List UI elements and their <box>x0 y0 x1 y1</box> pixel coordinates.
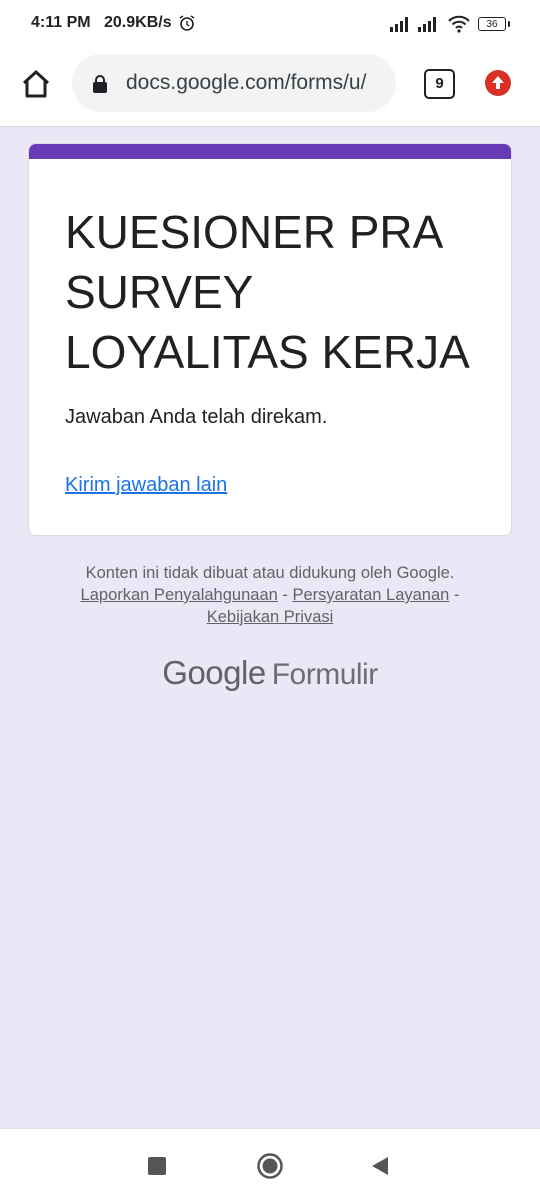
footer-disclaimer: Konten ini tidak dibuat atau didukung ol… <box>0 562 540 628</box>
address-bar[interactable]: docs.google.com/forms/u/ <box>72 54 396 112</box>
update-button[interactable] <box>484 69 512 97</box>
form-title: KUESIONER PRA SURVEY LOYALITAS KERJA <box>65 206 470 378</box>
brand-product: Formulir <box>271 658 379 691</box>
update-arrow-icon <box>485 70 511 96</box>
report-abuse-link[interactable]: Laporkan Penyalahgunaan <box>81 586 278 604</box>
separator: - <box>449 586 460 604</box>
network-speed: 20.9KB/s <box>104 14 172 31</box>
form-card: KUESIONER PRA SURVEY LOYALITAS KERJA Jaw… <box>28 143 512 536</box>
disclaimer-text: Konten ini tidak dibuat atau didukung ol… <box>85 564 455 582</box>
cell-signal-icon <box>418 16 440 37</box>
status-bar: 4:11 PM 20.9KB/s 36 <box>0 0 540 50</box>
browser-toolbar: docs.google.com/forms/u/ 9 <box>0 50 540 127</box>
separator: - <box>277 586 293 604</box>
tab-switcher-button[interactable]: 9 <box>424 69 455 99</box>
brand-google: Google <box>162 654 266 691</box>
back-triangle-icon <box>372 1157 388 1175</box>
alarm-icon <box>178 14 196 37</box>
wifi-icon <box>447 15 471 38</box>
terms-link[interactable]: Persyaratan Layanan <box>292 586 449 604</box>
back-button[interactable] <box>370 1155 390 1182</box>
recent-apps-button[interactable] <box>148 1157 166 1175</box>
battery-icon: 36 <box>478 17 510 31</box>
home-nav-button[interactable] <box>256 1152 284 1185</box>
card-accent-bar <box>29 144 511 159</box>
home-button[interactable] <box>18 66 54 102</box>
privacy-link[interactable]: Kebijakan Privasi <box>207 608 334 626</box>
google-forms-logo[interactable]: Google Formulir <box>0 654 540 692</box>
confirmation-message: Jawaban Anda telah direkam. <box>65 406 328 428</box>
home-icon <box>22 70 50 98</box>
status-time: 4:11 PM <box>31 14 91 31</box>
system-nav-bar <box>0 1128 540 1201</box>
url-text: docs.google.com/forms/u/ <box>126 71 367 94</box>
submit-another-response-link[interactable]: Kirim jawaban lain <box>65 474 227 497</box>
lock-icon <box>92 74 108 99</box>
cell-signal-icon <box>390 16 412 37</box>
battery-level: 36 <box>486 19 498 30</box>
circle-home-icon <box>257 1153 283 1179</box>
